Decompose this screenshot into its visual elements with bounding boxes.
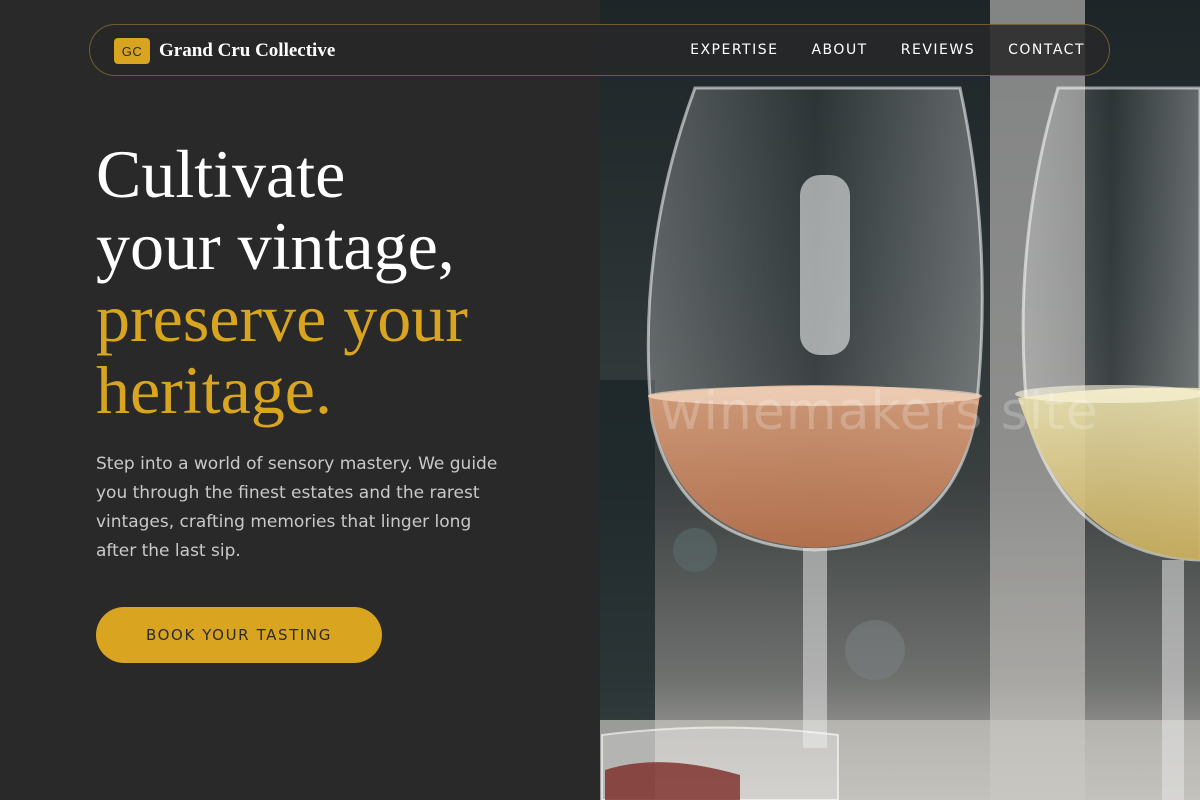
headline-line-3: preserve your	[96, 280, 468, 356]
headline-line-2: your vintage,	[96, 208, 455, 284]
logo-badge: GC	[114, 38, 150, 64]
photo-watermark: winemakers site	[660, 382, 1099, 442]
headline-line-1: Cultivate	[96, 136, 346, 212]
brand-name: Grand Cru Collective	[159, 40, 336, 61]
headline-line-4: heritage.	[96, 352, 332, 428]
hero-headline: Cultivate your vintage, preserve your he…	[96, 138, 468, 426]
hero-description: Step into a world of sensory mastery. We…	[96, 454, 498, 561]
book-tasting-button[interactable]: BOOK YOUR TASTING	[96, 607, 382, 663]
nav-links: EXPERTISE ABOUT REVIEWS CONTACT	[690, 25, 1085, 75]
nav-link-contact[interactable]: CONTACT	[1008, 42, 1085, 58]
nav-link-about[interactable]: ABOUT	[811, 42, 867, 58]
nav-link-reviews[interactable]: REVIEWS	[901, 42, 975, 58]
nav-link-expertise[interactable]: EXPERTISE	[690, 42, 778, 58]
top-navbar: GC Grand Cru Collective EXPERTISE ABOUT …	[89, 24, 1110, 76]
brand-logo[interactable]: GC Grand Cru Collective	[114, 38, 335, 64]
